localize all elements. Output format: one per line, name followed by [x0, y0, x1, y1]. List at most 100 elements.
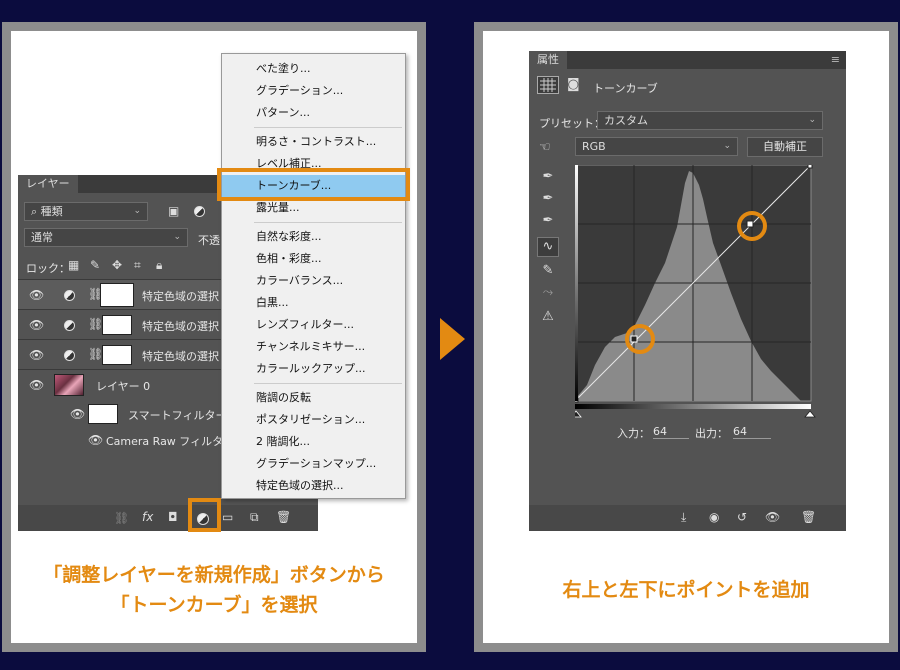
eye-icon[interactable]: 👁︎ [70, 407, 85, 421]
fx-button[interactable]: fx [142, 510, 153, 524]
curves-item-highlight [217, 168, 410, 201]
layer-name: 特定色域の選択 [142, 290, 219, 303]
group-folder-icon[interactable]: ▭ [222, 510, 233, 524]
black-point-eyedropper-icon[interactable]: ✒ [537, 169, 559, 184]
curves-graph[interactable] [575, 165, 825, 423]
menu-item-gradient-map[interactable]: グラデーションマップ... [222, 453, 405, 475]
image-filter-icon[interactable]: ▣ [168, 204, 179, 218]
tab-properties[interactable]: 属性 [529, 51, 567, 69]
layer-name: 特定色域の選択 [142, 350, 219, 363]
output-label: 出力： [695, 427, 728, 440]
preset-label: プリセット： [539, 117, 605, 130]
adjustment-button-highlight [188, 498, 221, 532]
link-icon[interactable]: ⛓︎ [88, 317, 103, 331]
menu-item-black-white[interactable]: 白黒... [222, 292, 405, 314]
lock-transparent-icon[interactable]: ▦ [68, 258, 79, 272]
menu-separator [254, 222, 402, 223]
mask-thumbnail[interactable] [102, 315, 132, 335]
channel-value: RGB [582, 140, 606, 153]
clip-to-layer-icon[interactable]: ⤓ [681, 510, 686, 525]
menu-item-gradient[interactable]: グラデーション... [222, 80, 405, 102]
properties-title: トーンカーブ [593, 82, 658, 95]
adjustment-icon [64, 290, 75, 301]
eye-icon[interactable]: 👁︎ [29, 318, 44, 332]
chevron-down-icon: ⌄ [133, 206, 141, 216]
layer-name: スマートフィルター [128, 409, 227, 422]
move-icon[interactable]: ✥ [112, 258, 122, 272]
mask-thumbnail[interactable] [102, 345, 132, 365]
layer-name: 特定色域の選択 [142, 320, 219, 333]
auto-button[interactable]: 自動補正 [747, 137, 823, 157]
curves-grid-icon[interactable] [537, 76, 559, 94]
eye-icon[interactable]: 👁︎ [29, 378, 44, 392]
menu-item-brightness-contrast[interactable]: 明るさ・コントラスト... [222, 131, 405, 153]
menu-item-photo-filter[interactable]: レンズフィルター... [222, 314, 405, 336]
clipping-warning-icon[interactable]: ⚠ [537, 309, 559, 324]
properties-tabbar: 属性 ≡ [529, 51, 846, 69]
preset-value: カスタム [604, 114, 648, 127]
menu-item-invert[interactable]: 階調の反転 [222, 387, 405, 409]
curve-point-tool-icon[interactable]: ∿ [537, 237, 559, 257]
layer-thumbnail[interactable] [54, 374, 84, 396]
adjustment-icon [64, 320, 75, 331]
menu-separator [254, 127, 402, 128]
layers-bottom-bar: ⛓︎ fx ◘ ▭ ⧉ 🗑︎ [18, 505, 318, 531]
adjustment-menu: べた塗り... グラデーション... パターン... 明るさ・コントラスト...… [221, 53, 406, 499]
trash-icon[interactable]: 🗑︎ [276, 510, 291, 524]
opacity-label: 不透 [198, 234, 220, 247]
brush-icon[interactable]: ✎ [90, 258, 100, 272]
menu-item-pattern[interactable]: パターン... [222, 102, 405, 124]
adjustment-icon [64, 350, 75, 361]
pencil-icon[interactable]: ✎ [537, 263, 559, 278]
eye-icon[interactable]: 👁︎ [88, 433, 103, 447]
menu-item-posterize[interactable]: ポスタリゼーション... [222, 409, 405, 431]
upper-point-highlight [737, 211, 767, 241]
on-image-adjust-icon[interactable]: ☜ [539, 140, 551, 155]
black-slider [575, 410, 582, 418]
mask-icon[interactable]: ◙ [567, 77, 580, 92]
eye-icon[interactable]: 👁︎ [29, 288, 44, 302]
chevron-down-icon: ⌄ [808, 115, 816, 125]
menu-item-vibrance[interactable]: 自然な彩度... [222, 226, 405, 248]
menu-separator [254, 383, 402, 384]
tab-layers[interactable]: レイヤー [18, 175, 78, 193]
panel-menu-icon[interactable]: ≡ [831, 53, 840, 66]
blend-mode-dropdown[interactable]: 通常 ⌄ [24, 228, 188, 247]
input-value[interactable]: 64 [653, 425, 689, 439]
visibility-eye-icon[interactable]: 👁︎ [765, 510, 780, 524]
preset-dropdown[interactable]: カスタム ⌄ [597, 111, 823, 130]
view-previous-icon[interactable]: ◉ [709, 510, 719, 524]
chevron-down-icon: ⌄ [723, 141, 731, 151]
menu-item-hue-saturation[interactable]: 色相・彩度... [222, 248, 405, 270]
blend-mode-value: 通常 [31, 231, 53, 244]
menu-item-solid-color[interactable]: べた塗り... [222, 58, 405, 80]
properties-panel: 属性 ≡ ◙ トーンカーブ プリセット： カスタム ⌄ ☜ RGB ⌄ 自動補正… [529, 51, 846, 531]
left-caption-line-1: 「調整レイヤーを新規作成」ボタンから [43, 564, 385, 586]
kind-filter-value: 種類 [40, 205, 63, 218]
new-layer-icon[interactable]: ⧉ [250, 510, 259, 525]
mask-thumbnail[interactable] [100, 283, 134, 307]
output-value[interactable]: 64 [733, 425, 771, 439]
eye-icon[interactable]: 👁︎ [29, 348, 44, 362]
reset-icon[interactable]: ↺ [737, 510, 747, 524]
smooth-curve-icon[interactable]: ⤳ [537, 285, 559, 300]
adjustment-filter-icon[interactable] [194, 206, 205, 217]
menu-item-channel-mixer[interactable]: チャンネルミキサー... [222, 336, 405, 358]
channel-dropdown[interactable]: RGB ⌄ [575, 137, 738, 156]
lower-point-highlight [625, 324, 655, 354]
menu-item-color-lookup[interactable]: カラールックアップ... [222, 358, 405, 380]
link-layers-icon[interactable]: ⛓︎ [114, 511, 129, 525]
menu-item-selective-color[interactable]: 特定色域の選択... [222, 475, 405, 497]
kind-filter-dropdown[interactable]: ⌕ 種類 ⌄ [24, 202, 148, 221]
white-point-eyedropper-icon[interactable]: ✒ [537, 213, 559, 228]
menu-item-color-balance[interactable]: カラーバランス... [222, 270, 405, 292]
menu-item-threshold[interactable]: 2 階調化... [222, 431, 405, 453]
layer-name: Camera Raw フィルター [106, 435, 235, 448]
lock-icon[interactable]: 🔒︎ [156, 258, 162, 273]
gray-point-eyedropper-icon[interactable]: ✒ [537, 191, 559, 206]
link-icon[interactable]: ⛓︎ [88, 347, 103, 361]
add-mask-icon[interactable]: ◘ [168, 510, 178, 524]
artboard-icon[interactable]: ⌗ [134, 258, 141, 273]
lock-label: ロック： [26, 262, 70, 275]
trash-icon[interactable]: 🗑︎ [801, 510, 816, 524]
